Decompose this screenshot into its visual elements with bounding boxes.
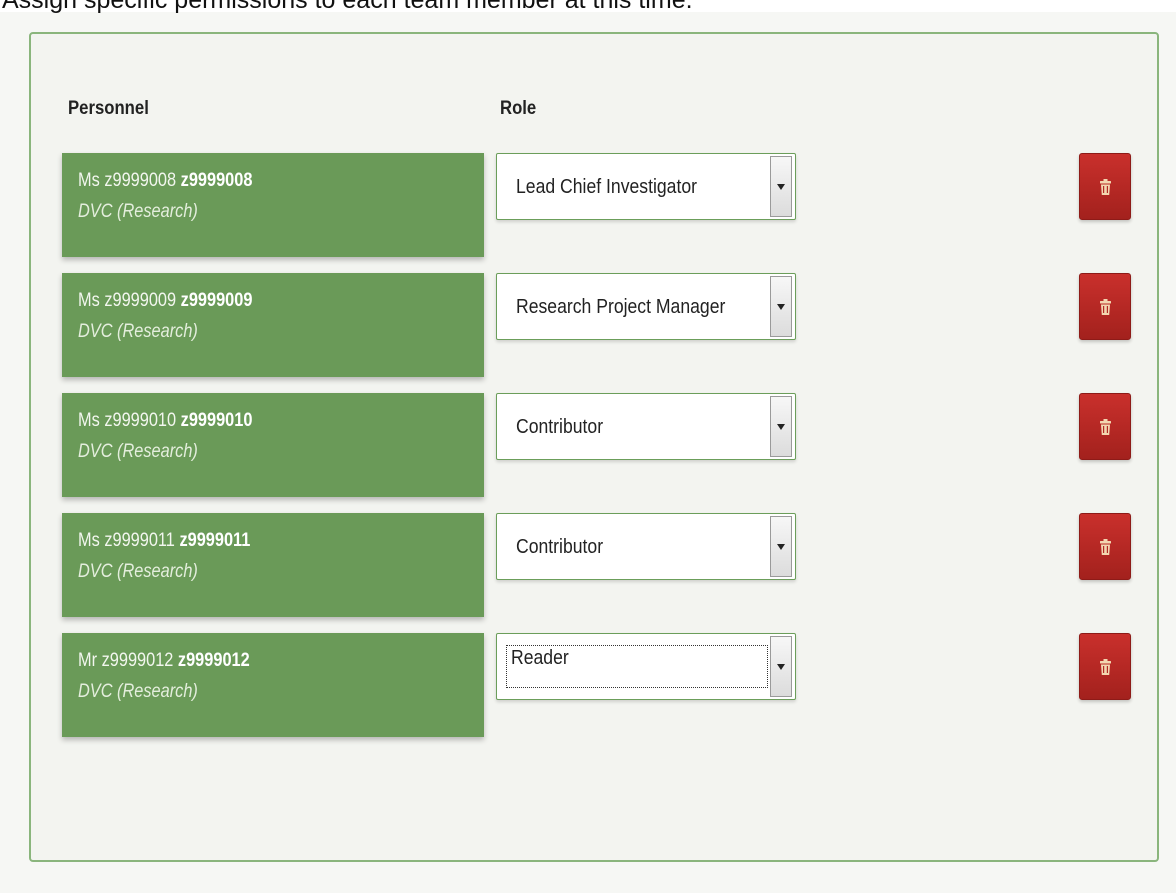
dropdown-arrow-icon[interactable] [770,276,792,337]
person-username: z9999012 [177,650,250,671]
person-name: Ms z9999008 z9999008 [78,170,427,192]
person-title: Ms [78,290,100,311]
personnel-card: Mr z9999012 z9999012 DVC (Research) [62,633,484,737]
personnel-card: Ms z9999009 z9999009 DVC (Research) [62,273,484,377]
person-name: Ms z9999010 z9999010 [78,410,427,432]
person-department: DVC (Research) [78,441,198,462]
instruction-text: Assign specific permissions to each team… [2,0,693,14]
role-select[interactable]: Lead Chief Investigator [496,153,796,220]
person-name: Mr z9999012 z9999012 [78,650,427,672]
dropdown-arrow-icon[interactable] [770,156,792,217]
trash-icon [1100,419,1111,435]
page: Assign specific permissions to each team… [0,0,1176,893]
dropdown-arrow-icon[interactable] [770,396,792,457]
personnel-card: Ms z9999010 z9999010 DVC (Research) [62,393,484,497]
person-username: z9999008 [180,170,253,191]
person-username: z9999010 [180,410,253,431]
person-username: z9999009 [180,290,253,311]
person-fullname: z9999008 [104,170,177,191]
person-fullname: z9999010 [104,410,177,431]
role-select[interactable]: Reader [496,633,796,700]
delete-member-button[interactable] [1079,513,1131,580]
role-select-value: Contributor [516,536,604,558]
person-title: Ms [78,530,100,551]
delete-member-button[interactable] [1079,153,1131,220]
delete-member-button[interactable] [1079,393,1131,460]
person-department: DVC (Research) [78,561,198,582]
role-select-value: Contributor [516,416,604,438]
person-name: Ms z9999009 z9999009 [78,290,427,312]
personnel-column-header: Personnel [68,98,149,119]
role-select[interactable]: Contributor [496,393,796,460]
person-title: Mr [78,650,98,671]
role-select[interactable]: Contributor [496,513,796,580]
role-select-value: Reader [511,647,569,669]
dropdown-arrow-icon[interactable] [770,636,792,697]
personnel-card: Ms z9999011 z9999011 DVC (Research) [62,513,484,617]
person-fullname: z9999012 [101,650,174,671]
personnel-card: Ms z9999008 z9999008 DVC (Research) [62,153,484,257]
person-title: Ms [78,410,100,431]
role-select-value: Lead Chief Investigator [516,176,698,198]
delete-member-button[interactable] [1079,633,1131,700]
person-name: Ms z9999011 z9999011 [78,530,427,552]
role-select[interactable]: Research Project Manager [496,273,796,340]
person-username: z9999011 [179,530,251,551]
person-fullname: z9999011 [104,530,175,551]
delete-member-button[interactable] [1079,273,1131,340]
person-title: Ms [78,170,100,191]
person-department: DVC (Research) [78,681,198,702]
trash-icon [1100,659,1111,675]
trash-icon [1100,539,1111,555]
dropdown-arrow-icon[interactable] [770,516,792,577]
role-select-value: Research Project Manager [516,296,726,318]
trash-icon [1100,299,1111,315]
person-fullname: z9999009 [104,290,177,311]
trash-icon [1100,179,1111,195]
person-department: DVC (Research) [78,321,198,342]
role-column-header: Role [500,98,537,119]
person-department: DVC (Research) [78,201,198,222]
